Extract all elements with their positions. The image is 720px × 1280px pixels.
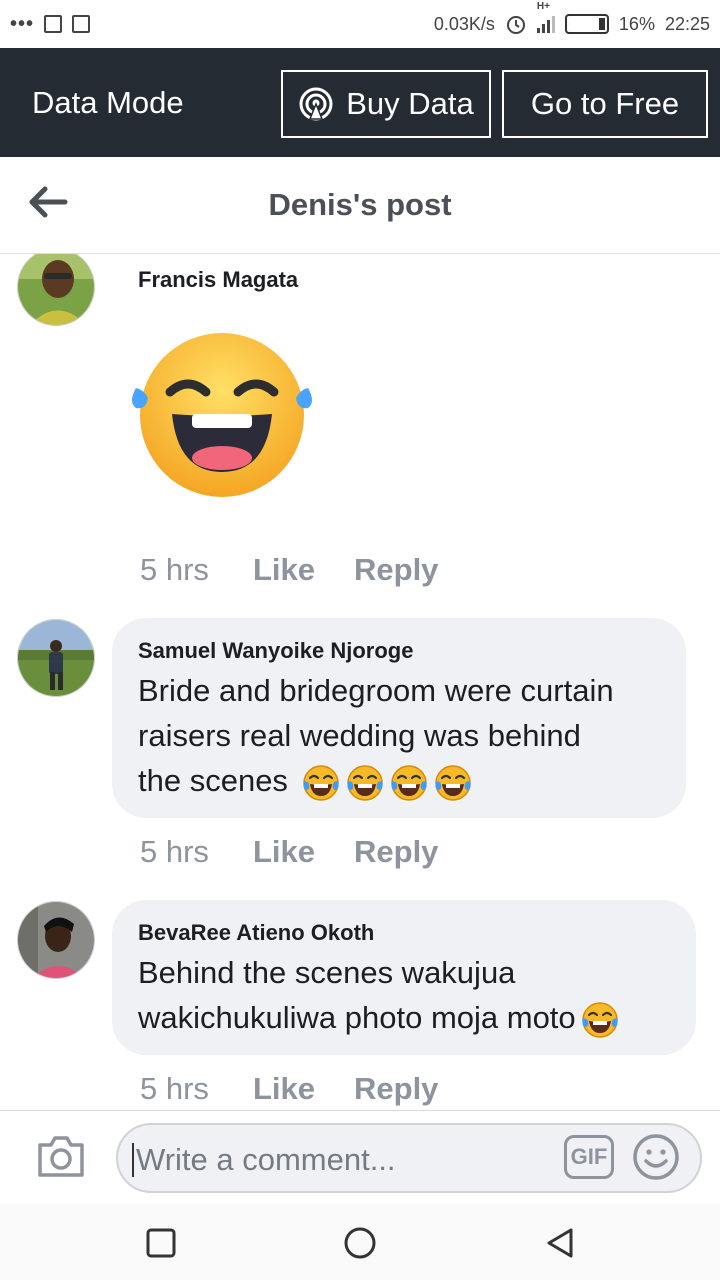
tears-of-joy-emoji-icon: [302, 765, 339, 801]
recent-apps-icon[interactable]: [144, 1226, 178, 1260]
comment-meta: 5 hrs Like Reply: [140, 1071, 438, 1107]
comment-input[interactable]: Write a comment... GIF: [116, 1123, 702, 1193]
buy-data-button[interactable]: Buy Data: [281, 70, 491, 138]
post-header: Denis's post: [0, 157, 720, 254]
comment-placeholder: Write a comment...: [132, 1143, 396, 1177]
comment-meta: 5 hrs Like Reply: [140, 834, 438, 870]
comment-time[interactable]: 5 hrs: [140, 834, 253, 870]
go-to-free-label: Go to Free: [530, 86, 680, 121]
comment-line-text: the scenes: [138, 763, 297, 798]
comment-text: Bride and bridegroom were curtain raiser…: [138, 668, 614, 803]
comment-text: Behind the scenes wakujua wakichukuliwa …: [138, 950, 620, 1040]
notification-dots: •••: [10, 12, 35, 35]
comment-author[interactable]: Francis Magata: [138, 267, 298, 293]
buy-data-label: Buy Data: [346, 86, 474, 121]
home-icon[interactable]: [343, 1226, 377, 1260]
avatar[interactable]: [17, 254, 95, 326]
battery-level: 16%: [618, 13, 655, 34]
like-button[interactable]: Like: [253, 552, 354, 588]
back-arrow-icon[interactable]: [28, 185, 68, 219]
back-icon[interactable]: [543, 1226, 577, 1260]
system-nav-bar: [0, 1204, 720, 1280]
comment-author[interactable]: BevaRee Atieno Okoth: [138, 920, 374, 946]
avatar[interactable]: [17, 901, 95, 979]
like-button[interactable]: Like: [253, 1071, 354, 1107]
comment-line-text: wakichukuliwa photo moja moto: [138, 1000, 576, 1035]
data-mode-title: Data Mode: [32, 84, 184, 120]
battery-saver-icon: [44, 15, 63, 33]
tears-of-joy-emoji-icon: [346, 765, 383, 801]
reply-button[interactable]: Reply: [354, 552, 438, 588]
alarm-icon: [506, 16, 525, 34]
page-title: Denis's post: [268, 187, 452, 222]
emoji-row: [576, 1000, 620, 1038]
net-speed: 0.03K/s: [433, 13, 495, 34]
tears-of-joy-emoji-icon: [390, 765, 427, 801]
tears-of-joy-emoji-icon: [581, 1002, 618, 1038]
network-type: H+: [536, 1, 550, 12]
like-button[interactable]: Like: [253, 834, 354, 870]
go-to-free-button[interactable]: Go to Free: [502, 70, 708, 138]
comment-meta: 5 hrs Like Reply: [140, 552, 438, 588]
status-bar: ••• 0.03K/s H+ 16% 22:25: [0, 0, 720, 48]
gif-button[interactable]: GIF: [564, 1135, 614, 1179]
reply-button[interactable]: Reply: [354, 1071, 438, 1107]
camera-icon[interactable]: [36, 1133, 86, 1179]
signal-icon: [536, 15, 555, 33]
battery-icon: [564, 14, 609, 34]
comment-line: wakichukuliwa photo moja moto: [138, 995, 620, 1040]
comment-line: Bride and bridegroom were curtain: [138, 673, 614, 708]
smiley-icon[interactable]: [632, 1133, 680, 1181]
broadcast-icon: [299, 87, 333, 121]
comment-composer: Write a comment... GIF: [0, 1110, 720, 1204]
avatar[interactable]: [17, 619, 95, 697]
comment-time[interactable]: 5 hrs: [140, 552, 253, 588]
tears-of-joy-emoji-icon: [434, 765, 471, 801]
comment-time[interactable]: 5 hrs: [140, 1071, 253, 1107]
comment-line: Behind the scenes wakujua: [138, 955, 516, 990]
comment-line: the scenes: [138, 758, 614, 803]
reply-button[interactable]: Reply: [354, 834, 438, 870]
comment-list: Francis Magata 5 hrs Like Reply Samuel W…: [0, 254, 720, 1110]
laughing-face-sticker: [132, 333, 312, 497]
comment-line: raisers real wedding was behind: [138, 718, 581, 753]
clock: 22:25: [664, 13, 710, 34]
emoji-row: [297, 763, 473, 801]
screenshot-icon: [72, 15, 91, 33]
comment-author[interactable]: Samuel Wanyoike Njoroge: [138, 638, 413, 664]
data-mode-bar: Data Mode Buy Data Go to Free: [0, 48, 720, 157]
